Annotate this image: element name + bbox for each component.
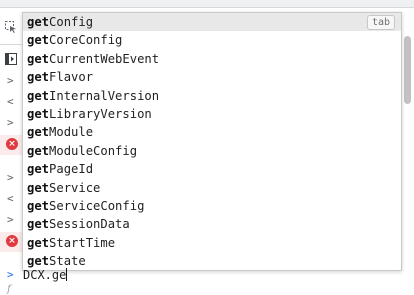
text-caret xyxy=(66,268,68,281)
eager-eval-preview: f xyxy=(0,284,414,295)
expand-arrow-icon[interactable]: > xyxy=(7,75,17,87)
suggestion-match: get xyxy=(27,235,50,250)
suggestion-match: get xyxy=(27,106,50,121)
result-arrow-icon: < xyxy=(7,192,14,205)
suggestion-rest: Module xyxy=(49,125,94,140)
console-input-text: DCX.ge xyxy=(23,268,67,282)
function-preview-icon: f xyxy=(7,284,11,295)
error-icon: × xyxy=(6,235,18,247)
error-icon: × xyxy=(6,138,18,150)
suggestion-rest: ModuleConfig xyxy=(49,143,138,158)
suggestion-rest: LibraryVersion xyxy=(49,106,152,121)
suggestion-match: get xyxy=(27,33,50,48)
autocomplete-item[interactable]: getModule xyxy=(23,123,401,141)
suggestion-rest: PageId xyxy=(49,162,94,177)
suggestion-rest: ServiceConfig xyxy=(49,198,145,213)
suggestion-match: get xyxy=(27,70,50,85)
toolbar-strip xyxy=(0,0,414,8)
suggestion-match: get xyxy=(27,162,50,177)
suggestion-rest: Flavor xyxy=(49,70,94,85)
autocomplete-item[interactable]: getStartTime xyxy=(23,234,401,252)
gutter-divider xyxy=(0,44,22,45)
suggestion-rest: CoreConfig xyxy=(49,33,123,48)
suggestion-rest: StartTime xyxy=(49,235,116,250)
autocomplete-item[interactable]: getLibraryVersion xyxy=(23,105,401,123)
sidebar-toggle-icon[interactable] xyxy=(4,52,18,66)
suggestion-rest: Service xyxy=(49,180,101,195)
autocomplete-item-selected[interactable]: getConfig tab xyxy=(23,13,401,32)
expand-arrow-icon[interactable]: > xyxy=(7,214,17,226)
expand-arrow-icon[interactable]: > xyxy=(7,172,17,184)
console-scrollbar[interactable] xyxy=(401,8,414,268)
autocomplete-item[interactable]: getServiceConfig xyxy=(23,197,401,215)
autocomplete-item[interactable]: getSessionData xyxy=(23,215,401,233)
suggestion-match: get xyxy=(27,198,50,213)
prompt-chevron-icon: > xyxy=(7,268,14,281)
autocomplete-item[interactable]: getCurrentWebEvent xyxy=(23,50,401,68)
suggestion-rest: InternalVersion xyxy=(49,88,160,103)
autocomplete-item[interactable]: getService xyxy=(23,179,401,197)
result-arrow-icon: < xyxy=(7,95,14,108)
autocomplete-item[interactable]: getInternalVersion xyxy=(23,87,401,105)
console-input[interactable]: DCX.ge xyxy=(23,268,68,282)
suggestion-match: get xyxy=(27,125,50,140)
expand-arrow-icon[interactable]: > xyxy=(7,117,17,129)
suggestion-match: get xyxy=(27,180,50,195)
suggestion-match: get xyxy=(27,143,50,158)
suggestion-match: get xyxy=(27,15,50,29)
autocomplete-popup: getConfig tab getCoreConfig getCurrentWe… xyxy=(22,12,402,271)
autocomplete-item[interactable]: getFlavor xyxy=(23,68,401,86)
console-gutter: > < > × > < > × xyxy=(0,8,22,295)
autocomplete-item[interactable]: getCoreConfig xyxy=(23,31,401,49)
suggestion-rest: Config xyxy=(49,15,94,29)
autocomplete-item[interactable]: getModuleConfig xyxy=(23,142,401,160)
suggestion-match: get xyxy=(27,88,50,103)
devtools-console: > < > × > < > × getConfig tab getCoreCon… xyxy=(0,0,414,295)
tab-key-hint: tab xyxy=(366,15,395,30)
autocomplete-item[interactable]: getPageId xyxy=(23,160,401,178)
suggestion-match: get xyxy=(27,51,50,66)
suggestion-rest: CurrentWebEvent xyxy=(49,51,160,66)
suggestion-rest: SessionData xyxy=(49,217,130,232)
console-prompt[interactable]: > DCX.ge xyxy=(0,266,414,284)
console-scrollbar-thumb[interactable] xyxy=(404,36,411,104)
autocomplete-list: getConfig tab getCoreConfig getCurrentWe… xyxy=(23,13,401,270)
element-picker-icon[interactable] xyxy=(4,20,18,34)
suggestion-match: get xyxy=(27,217,50,232)
